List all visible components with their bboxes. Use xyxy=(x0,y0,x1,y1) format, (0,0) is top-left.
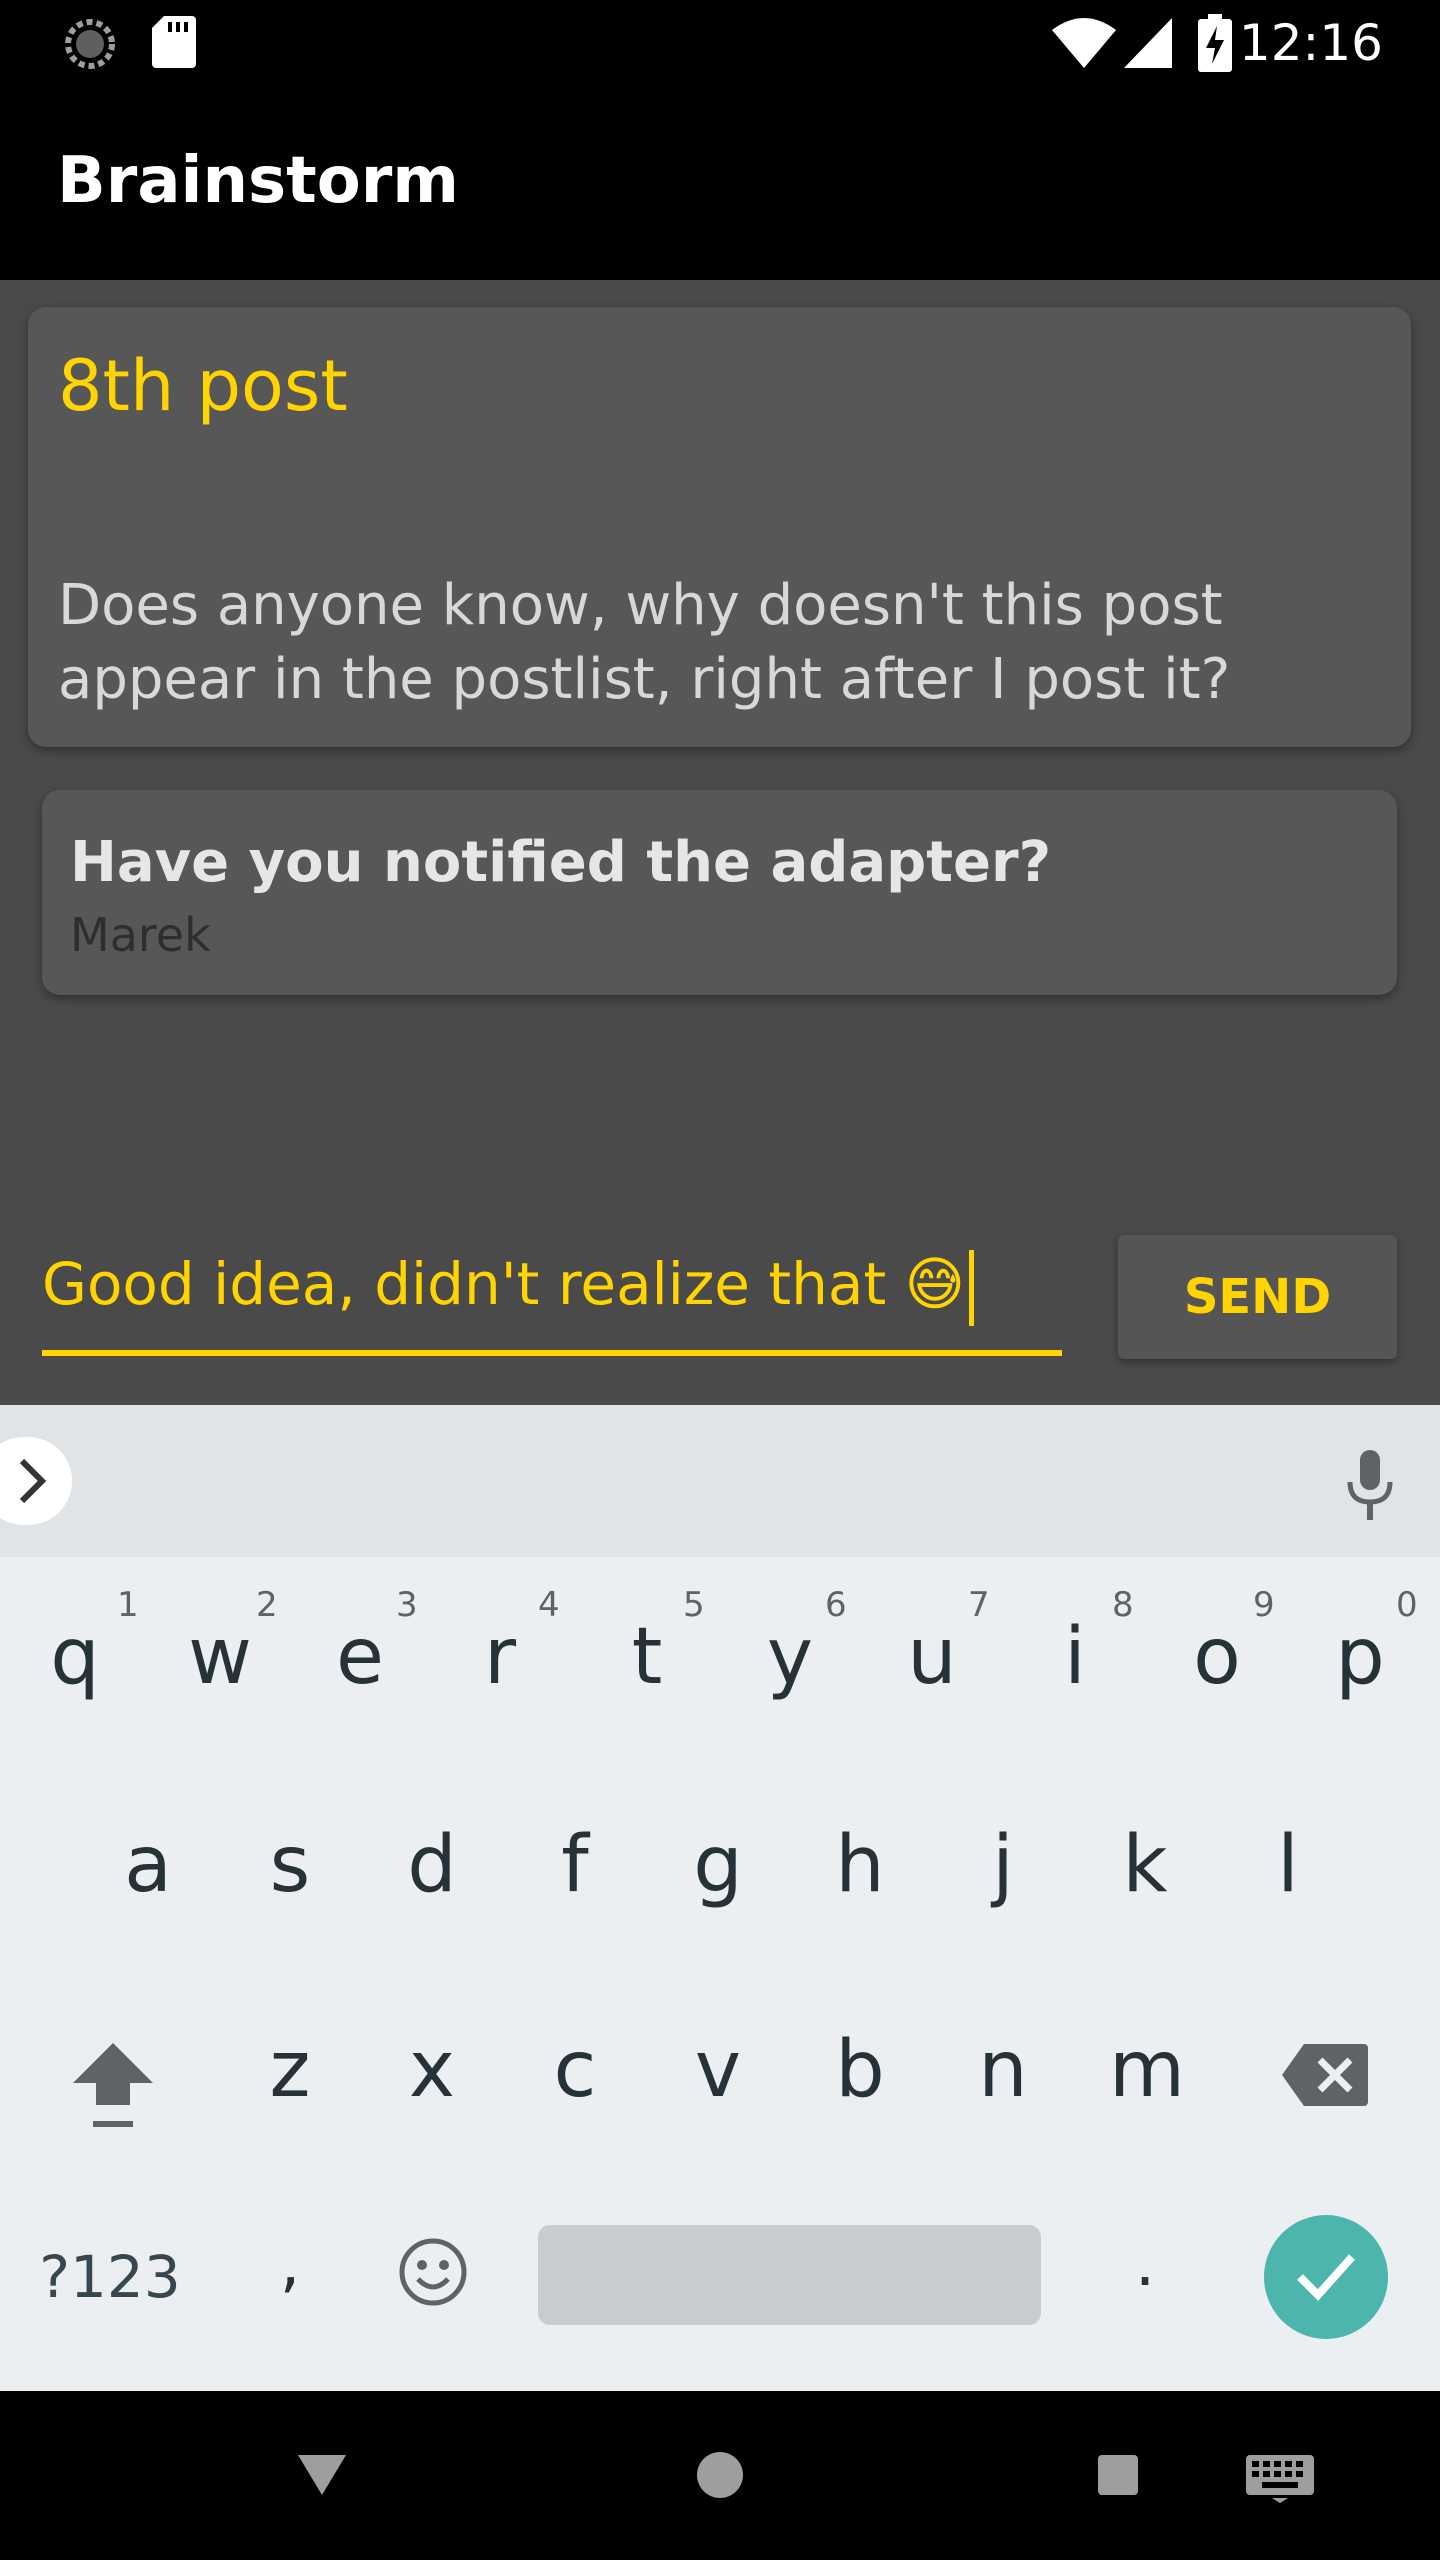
backspace-icon[interactable] xyxy=(1280,2040,1370,2110)
key-e[interactable]: e xyxy=(325,1612,395,1702)
key-r-hint: 4 xyxy=(538,1585,560,1625)
period-key[interactable]: . xyxy=(1120,2227,1170,2301)
key-o[interactable]: o xyxy=(1182,1612,1252,1702)
sync-icon xyxy=(65,19,115,69)
post-card: 8th post Does anyone know, why doesn't t… xyxy=(28,307,1411,747)
comment-text: Have you notified the adapter? xyxy=(70,830,1052,895)
text-cursor xyxy=(969,1250,975,1326)
key-r[interactable]: r xyxy=(465,1612,535,1702)
expand-toolbar-button[interactable] xyxy=(0,1437,72,1525)
key-u[interactable]: u xyxy=(897,1612,967,1702)
key-y-hint: 6 xyxy=(825,1585,847,1625)
back-icon[interactable] xyxy=(296,2453,348,2497)
key-q-hint: 1 xyxy=(117,1585,139,1625)
shift-icon[interactable] xyxy=(68,2035,158,2135)
key-t-hint: 5 xyxy=(683,1585,705,1625)
post-detail: 8th post Does anyone know, why doesn't t… xyxy=(0,280,1440,1405)
key-j[interactable]: j xyxy=(968,1820,1038,1910)
wifi-icon xyxy=(1052,18,1116,68)
key-g[interactable]: g xyxy=(683,1820,753,1910)
key-h[interactable]: h xyxy=(825,1820,895,1910)
chevron-right-icon xyxy=(19,1458,47,1504)
app-bar: Brainstorm xyxy=(0,84,1440,280)
key-e-hint: 3 xyxy=(396,1585,418,1625)
key-q[interactable]: q xyxy=(40,1612,110,1702)
key-w-hint: 2 xyxy=(256,1585,278,1625)
sd-card-icon xyxy=(152,16,196,68)
app-title: Brainstorm xyxy=(57,144,459,218)
key-s[interactable]: s xyxy=(255,1820,325,1910)
comment-author: Marek xyxy=(70,908,211,962)
enter-key[interactable] xyxy=(1264,2215,1388,2339)
key-i[interactable]: i xyxy=(1040,1612,1110,1702)
key-d[interactable]: d xyxy=(397,1820,467,1910)
key-l[interactable]: l xyxy=(1253,1820,1323,1910)
key-m[interactable]: m xyxy=(1102,2025,1192,2115)
microphone-icon[interactable] xyxy=(1344,1450,1396,1522)
post-body: Does anyone know, why doesn't this post … xyxy=(58,573,1231,712)
status-bar: 12:16 xyxy=(0,0,1440,84)
key-n[interactable]: n xyxy=(968,2025,1038,2115)
key-k[interactable]: k xyxy=(1110,1820,1180,1910)
comment-card[interactable]: Have you notified the adapter? Marek xyxy=(42,790,1397,995)
send-button[interactable]: SEND xyxy=(1118,1235,1397,1359)
key-a[interactable]: a xyxy=(113,1820,183,1910)
key-v[interactable]: v xyxy=(683,2025,753,2115)
space-key[interactable] xyxy=(538,2225,1041,2325)
key-p[interactable]: p xyxy=(1325,1612,1395,1702)
recents-icon[interactable] xyxy=(1096,2453,1140,2497)
key-w[interactable]: w xyxy=(180,1612,260,1702)
post-title: 8th post xyxy=(58,345,348,427)
key-u-hint: 7 xyxy=(968,1585,990,1625)
comment-input-value: Good idea, didn't realize that 😅 xyxy=(42,1250,966,1319)
comma-key[interactable]: , xyxy=(265,2227,315,2301)
cell-signal-icon xyxy=(1124,18,1172,68)
key-x[interactable]: x xyxy=(397,2025,467,2115)
home-icon[interactable] xyxy=(696,2451,744,2499)
key-p-hint: 0 xyxy=(1396,1585,1418,1625)
key-y[interactable]: y xyxy=(755,1612,825,1702)
key-f[interactable]: f xyxy=(540,1820,610,1910)
status-time: 12:16 xyxy=(1238,14,1383,72)
key-b[interactable]: b xyxy=(825,2025,895,2115)
battery-charging-icon xyxy=(1198,14,1232,72)
key-t[interactable]: t xyxy=(612,1612,682,1702)
comment-input[interactable]: Good idea, didn't realize that 😅 xyxy=(42,1240,1062,1356)
navigation-bar xyxy=(0,2391,1440,2560)
symbols-key[interactable]: ?123 xyxy=(30,2243,190,2311)
suggestion-strip xyxy=(0,1405,1440,1557)
keyboard-switch-icon[interactable] xyxy=(1244,2453,1316,2503)
key-c[interactable]: c xyxy=(540,2025,610,2115)
soft-keyboard: q 1 w 2 e 3 r 4 t 5 y 6 u 7 i 8 o 9 p 0 … xyxy=(0,1405,1440,2391)
comment-input-text: Good idea, didn't realize that 😅 xyxy=(42,1250,975,1326)
key-z[interactable]: z xyxy=(255,2025,325,2115)
emoji-icon[interactable] xyxy=(398,2237,468,2307)
checkmark-icon xyxy=(1297,2254,1355,2301)
key-o-hint: 9 xyxy=(1253,1585,1275,1625)
key-i-hint: 8 xyxy=(1112,1585,1134,1625)
